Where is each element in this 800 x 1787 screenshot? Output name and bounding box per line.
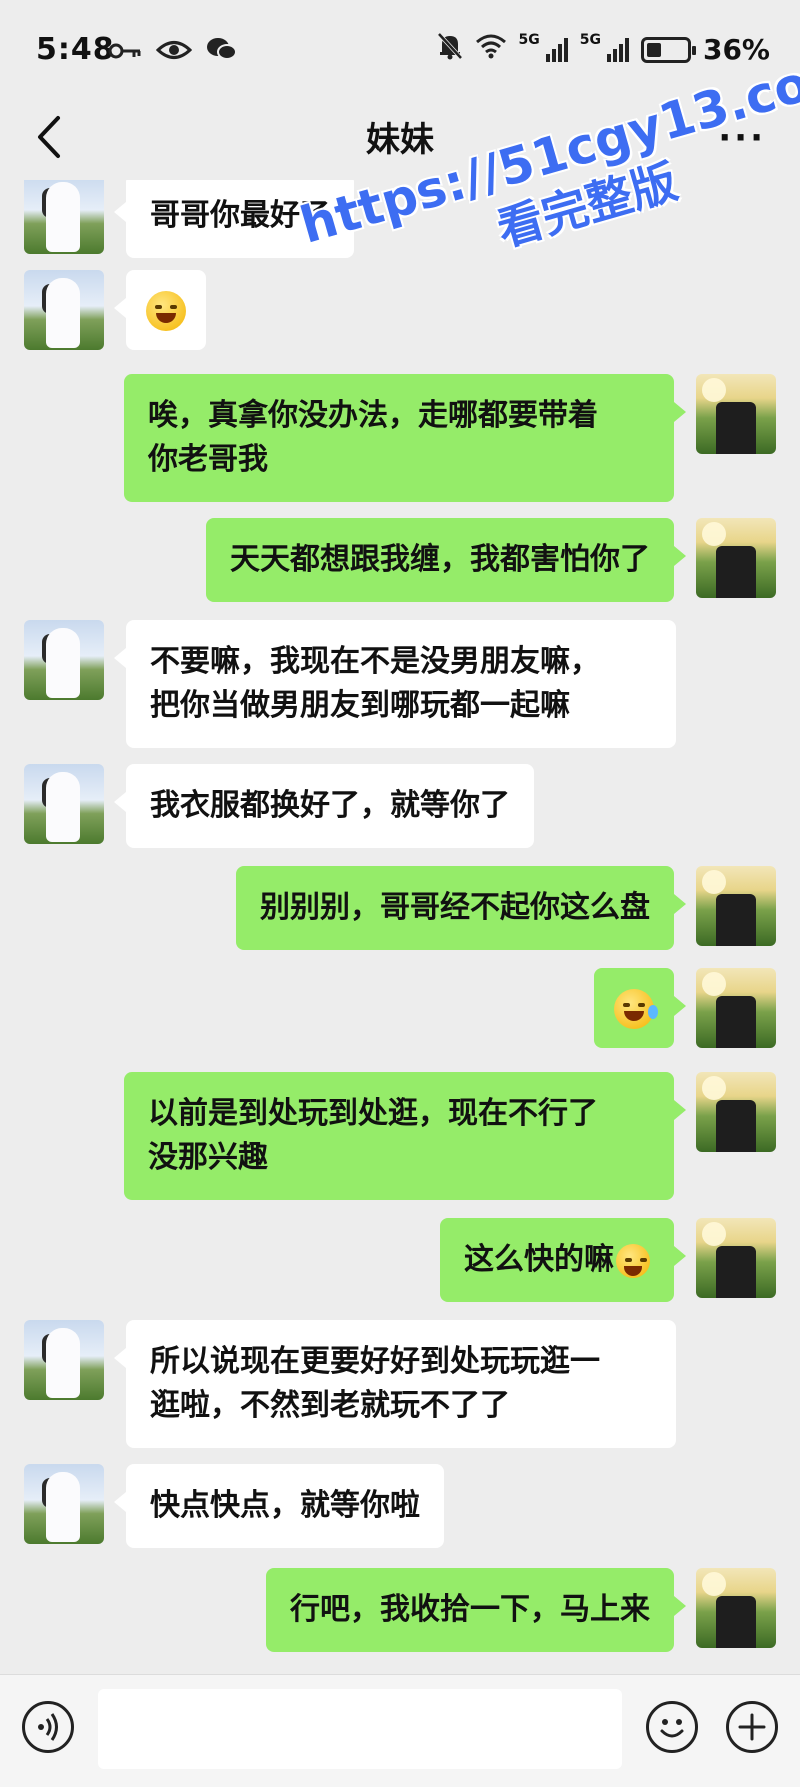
drooling-emoji-icon [616,1243,650,1278]
message-bubble[interactable]: 我衣服都换好了，就等你了 [114,764,534,848]
wifi-icon [475,33,507,66]
battery-percent: 36% [702,33,770,66]
message-input[interactable] [98,1689,622,1769]
user-avatar[interactable] [696,1568,776,1648]
message-list[interactable]: 哥哥你最好了 唉，真拿你没办法，走哪都要带着 你老哥我 天天都想跟我缠，我都害怕… [0,180,800,1670]
message-bubble[interactable]: 以前是到处玩到处逛，现在不行了 没那兴趣 [124,1072,686,1200]
contact-avatar[interactable] [24,1320,104,1400]
battery-icon [640,36,696,63]
mute-bell-icon [437,32,463,67]
input-bar [0,1674,800,1787]
signal-bars-icon-2 [606,37,629,62]
message-bubble[interactable]: 不要嘛，我现在不是没男朋友嘛， 把你当做男朋友到哪玩都一起嘛 [114,620,676,748]
user-avatar[interactable] [696,374,776,454]
network-type-label-2: 5G [579,31,601,48]
status-bar: 5:48 5G 5G 36% [0,0,800,100]
contact-avatar[interactable] [24,180,104,254]
contact-avatar[interactable] [24,620,104,700]
user-avatar[interactable] [696,1072,776,1152]
signal-bars-icon [545,37,568,62]
message-bubble[interactable]: 行吧，我收拾一下，马上来 [266,1568,686,1652]
status-time: 5:48 [36,32,115,67]
more-options-button[interactable]: ··· [718,118,766,158]
voice-button[interactable] [22,1701,74,1753]
user-avatar[interactable] [696,968,776,1048]
message-bubble[interactable]: 天天都想跟我缠，我都害怕你了 [206,518,686,602]
user-avatar[interactable] [696,866,776,946]
message-bubble[interactable] [594,968,686,1048]
message-bubble[interactable]: 所以说现在更要好好到处玩玩逛一 逛啦，不然到老就玩不了了 [114,1320,676,1448]
message-bubble[interactable]: 哥哥你最好了 [114,180,354,258]
grin-squint-emoji-icon [146,290,186,331]
message-bubble[interactable]: 这么快的嘛 [440,1218,686,1302]
eye-icon [155,38,193,68]
key-icon [108,38,142,68]
status-icons-left [108,36,238,69]
plus-icon [738,1713,766,1741]
chat-title: 妹妹 [366,120,434,160]
contact-avatar[interactable] [24,270,104,350]
voice-icon [38,1713,58,1741]
status-icons-right: 5G 5G 36% [437,31,770,67]
message-text: 这么快的嘛 [464,1242,614,1277]
user-avatar[interactable] [696,1218,776,1298]
message-bubble[interactable]: 快点快点，就等你啦 [114,1464,444,1548]
message-bubble[interactable]: 别别别，哥哥经不起你这么盘 [236,866,686,950]
battery-level [646,42,661,57]
more-functions-button[interactable] [726,1701,778,1753]
emoji-button[interactable] [646,1701,698,1753]
message-bubble[interactable] [114,270,206,350]
contact-avatar[interactable] [24,764,104,844]
user-avatar[interactable] [696,518,776,598]
wechat-icon [206,36,238,69]
message-bubble[interactable]: 唉，真拿你没办法，走哪都要带着 你老哥我 [124,374,686,502]
chat-header: 妹妹 ··· [0,100,800,180]
network-type-label: 5G [518,31,540,48]
smiley-icon [660,1719,684,1738]
rolling-laughing-emoji-icon [614,988,658,1029]
contact-avatar[interactable] [24,1464,104,1544]
